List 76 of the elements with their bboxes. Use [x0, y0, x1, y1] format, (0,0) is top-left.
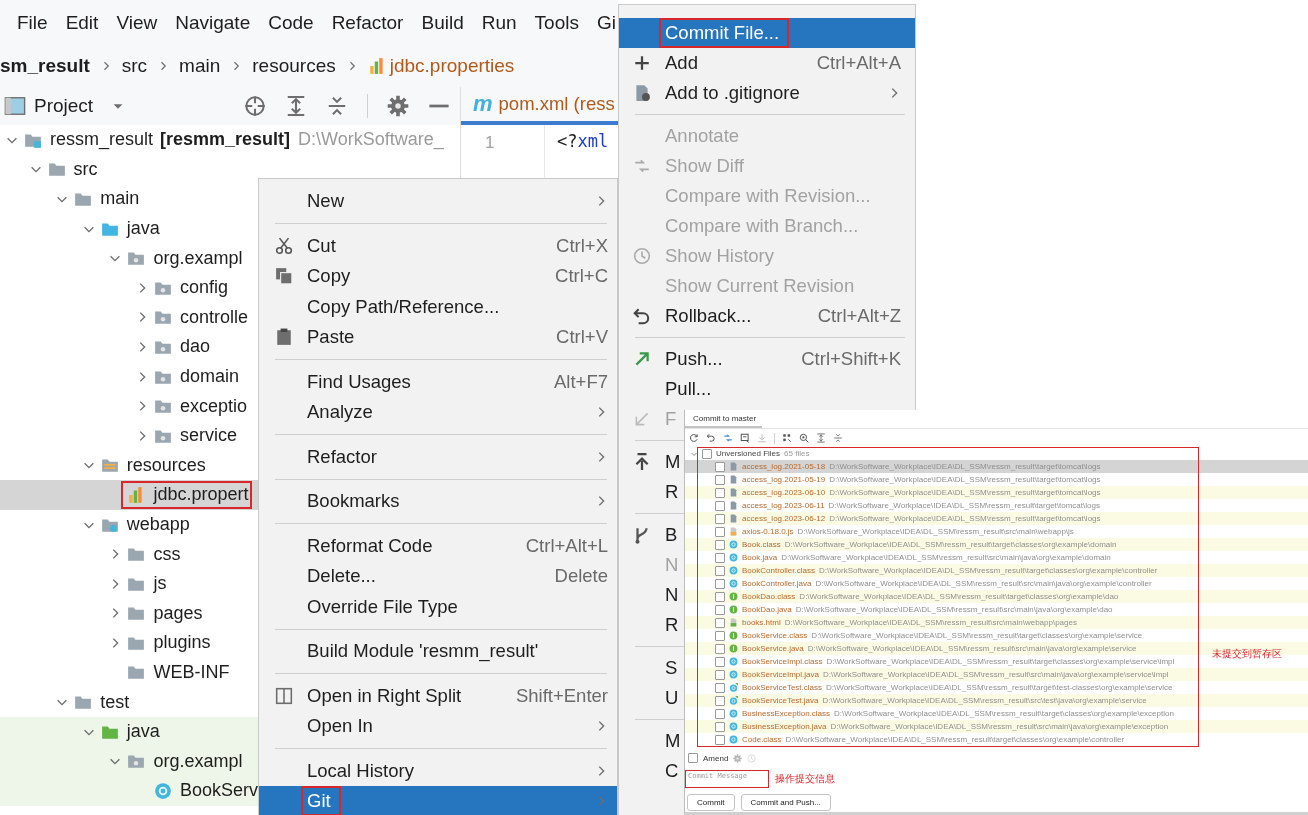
module-name: [resmm_result] — [160, 129, 291, 151]
tree-label: config — [180, 277, 229, 299]
tree-label: css — [153, 543, 181, 565]
file-name: access_log.2021-05-18 — [742, 462, 826, 471]
file-name: BookDao.class — [742, 592, 796, 601]
file-path: D:\WorkSoftware_Workplace\IDEA\DL_SSM\ressm_result\src\test\java\org\example\service — [822, 696, 1147, 705]
tree-label: js — [153, 573, 167, 595]
file-name: access_log.2023-06-12 — [742, 514, 826, 523]
file-name: BookServiceImpl.java — [742, 670, 819, 679]
group-label: Unversioned Files — [716, 449, 781, 458]
tree-label: plugins — [153, 632, 211, 654]
file-name: access_log.2021-05-19 — [742, 475, 826, 484]
file-type-icon: m — [473, 91, 493, 117]
file-path: D:\WorkSoftware_Workplace\IDEA\DL_SSM\ressm_result\target\classes\org\example\exception — [834, 709, 1174, 718]
file-path: D:\WorkSoftware_Workplace\IDEA\DL_SSM\ressm_result\target\classes\org\example\controller — [785, 735, 1125, 744]
line-number: 1 — [485, 133, 495, 152]
annotation-text: 操作提交信息 — [775, 772, 835, 786]
tree-label: pages — [153, 602, 203, 624]
file-name: axios-0.18.0.js — [742, 527, 794, 536]
file-name: BookServiceImpl.class — [742, 657, 823, 666]
code-line: <?xml — [557, 131, 609, 151]
file-name: BookService.java — [742, 644, 804, 653]
tree-label: java — [126, 218, 160, 240]
tree-label: ressm_result — [50, 129, 154, 151]
tree-label: BookServ — [180, 780, 259, 802]
tree-label: controlle — [180, 306, 249, 328]
file-name: BusinessException.java — [742, 722, 827, 731]
tree-label: main — [100, 188, 140, 210]
file-name: BookDao.java — [742, 605, 792, 614]
file-name: access_log.2023-06-10 — [742, 488, 826, 497]
file-name: BookServiceTest.class — [742, 683, 823, 692]
file-name: BookController.class — [742, 566, 815, 575]
tree-label: WEB-INF — [153, 662, 230, 683]
file-path: D:\WorkSoftware_Workplace\IDEA\DL_SSM\ressm_result\target\classes\org\example\domain — [784, 540, 1117, 549]
file-path: D:\WorkSoftware_Workplace\IDEA\DL_SSM\ressm_result\src\main\java\org\example\exception — [830, 722, 1169, 731]
tree-label: resources — [126, 454, 206, 476]
file-name: BookService.class — [742, 631, 808, 640]
file-name: BusinessException.class — [742, 709, 831, 718]
tree-label: java — [126, 721, 160, 743]
tree-label: exceptio — [180, 395, 248, 417]
file-path: D:\WorkSoftware_Workplace\IDEA\DL_SSM\ressm_result\src\main\webapp\js — [797, 527, 1074, 536]
module-path: D:\WorkSoftware_ — [298, 129, 444, 151]
file-path: D:\WorkSoftware_Workplace\IDEA\DL_SSM\ressm_result\target\classes\org\example\service — [811, 631, 1143, 640]
file-path: D:\WorkSoftware_Workplace\IDEA\DL_SSM\ressm_result\src\main\java\org\example\controller — [815, 579, 1152, 588]
checkbox-label: Amend — [703, 753, 729, 763]
file-path: D:\WorkSoftware_Workplace\IDEA\DL_SSM\ressm_result\src\main\java\org\example\dao — [795, 605, 1113, 614]
file-path: D:\WorkSoftware_Workplace\IDEA\DL_SSM\ressm_result\target\tomcat\logs — [829, 514, 1101, 523]
tree-label: service — [180, 425, 237, 447]
tree-label: dao — [180, 336, 211, 358]
file-path: D:\WorkSoftware_Workplace\IDEA\DL_SSM\ressm_result\target\classes\org\example\service\impl — [826, 657, 1175, 666]
file-path: D:\WorkSoftware_Workplace\IDEA\DL_SSM\ressm_result\src\main\java\org\example\domain — [781, 553, 1111, 562]
tree-label: webapp — [126, 514, 190, 535]
file-path: D:\WorkSoftware_Workplace\IDEA\DL_SSM\ressm_result\src\main\java\org\example\service — [807, 644, 1137, 653]
file-name: BookController.java — [742, 579, 812, 588]
file-name: BookServiceTest.java — [742, 696, 819, 705]
tree-label: org.exampl — [153, 247, 243, 269]
file-path: D:\WorkSoftware_Workplace\IDEA\DL_SSM\ressm_result\target\classes\org\example\dao — [799, 592, 1119, 601]
file-name: Code.class — [742, 735, 782, 744]
file-path: D:\WorkSoftware_Workplace\IDEA\DL_SSM\ressm_result\target\test-classes\org\example\service — [826, 683, 1173, 692]
tree-label: src — [73, 158, 98, 180]
file-path: D:\WorkSoftware_Workplace\IDEA\DL_SSM\ressm_result\target\tomcat\logs — [828, 501, 1100, 510]
file-path: D:\WorkSoftware_Workplace\IDEA\DL_SSM\ressm_result\target\tomcat\logs — [829, 462, 1101, 471]
tree-label: test — [100, 691, 130, 713]
file-path: D:\WorkSoftware_Workplace\IDEA\DL_SSM\ressm_result\target\tomcat\logs — [829, 488, 1101, 497]
file-name: books.html — [742, 618, 781, 627]
file-path: D:\WorkSoftware_Workplace\IDEA\DL_SSM\ressm_result\src\main\webapp\pages — [784, 618, 1077, 627]
file-path: D:\WorkSoftware_Workplace\IDEA\DL_SSM\ressm_result\src\main\java\org\example\service\impl — [822, 670, 1169, 679]
file-name: access_log.2023-06-11 — [742, 501, 825, 510]
file-name: Book.java — [742, 553, 778, 562]
file-count: 65 files — [784, 449, 810, 458]
tree-label: jdbc.propert — [153, 484, 249, 506]
file-path: D:\WorkSoftware_Workplace\IDEA\DL_SSM\ressm_result\target\tomcat\logs — [829, 475, 1101, 484]
tree-label: org.exampl — [153, 750, 243, 772]
file-name: Book.class — [742, 540, 781, 549]
tree-label: domain — [180, 366, 240, 388]
file-path: D:\WorkSoftware_Workplace\IDEA\DL_SSM\ressm_result\target\classes\org\example\controller — [818, 566, 1158, 575]
